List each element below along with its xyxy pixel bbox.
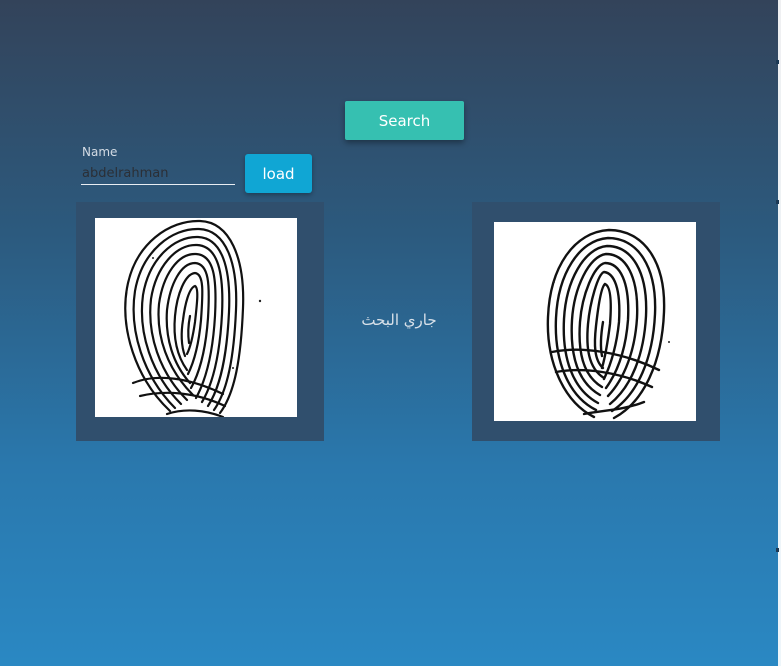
name-input[interactable] (81, 163, 235, 185)
scrollbar-tick (776, 548, 779, 552)
match-fingerprint-panel (472, 202, 720, 441)
probe-fingerprint-panel (76, 202, 324, 441)
match-fingerprint-image (494, 222, 696, 421)
load-button[interactable]: load (245, 154, 312, 193)
search-status-text: جاري البحث (361, 311, 437, 329)
scrollbar-tick (776, 200, 779, 204)
scrollbar-tick (776, 60, 779, 64)
search-button[interactable]: Search (345, 101, 464, 140)
probe-fingerprint-image (95, 218, 297, 417)
name-label: Name (82, 145, 118, 159)
